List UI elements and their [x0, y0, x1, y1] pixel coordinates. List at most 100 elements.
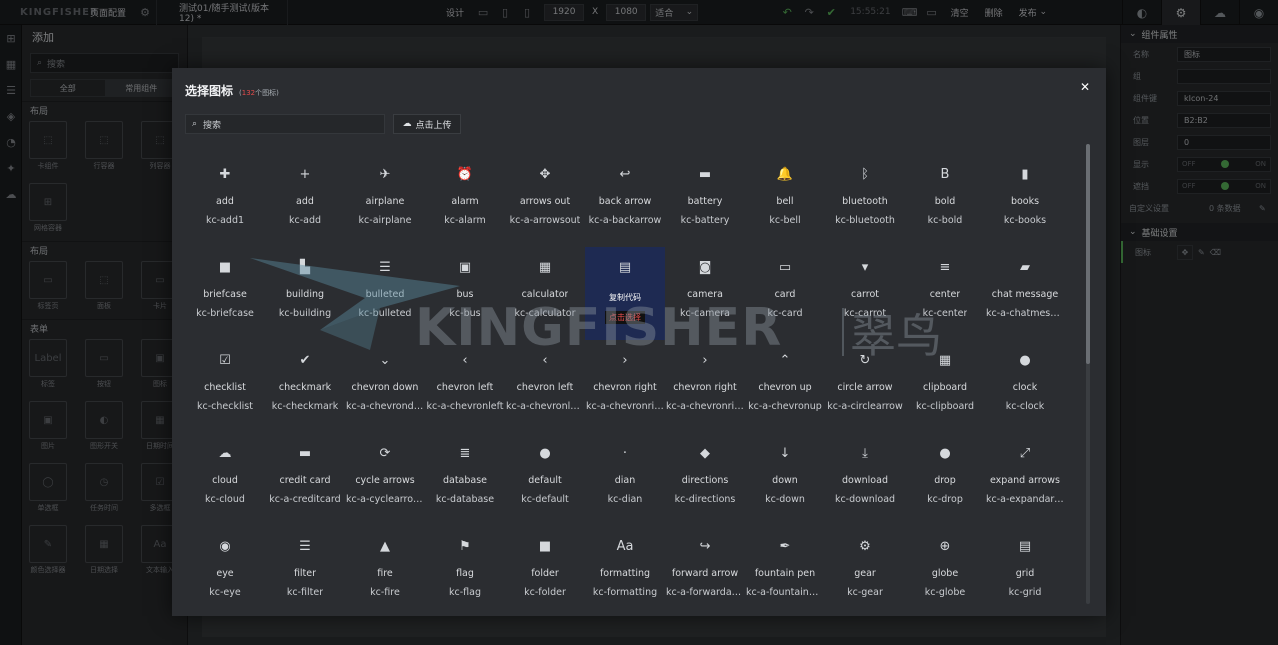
icon-code: kc-carrot: [843, 308, 887, 319]
icon-tile[interactable]: ☑ checklist kc-checklist: [185, 340, 265, 433]
icon-name: credit card: [279, 475, 331, 486]
upload-button[interactable]: ☁ 点击上传: [393, 114, 461, 134]
icon-name: forward arrow: [671, 568, 739, 579]
icon-tile[interactable]: › chevron right kc-a-chevronright: [585, 340, 665, 433]
calendar-icon: ▤: [618, 259, 632, 275]
icon-tile[interactable]: ≡ center kc-center: [905, 247, 985, 340]
icon-tile[interactable]: Bbold kc-bold: [905, 154, 985, 247]
icon-tile[interactable]: ⚙ gear kc-gear: [825, 526, 905, 604]
icon-tile[interactable]: ⏰ alarm kc-alarm: [425, 154, 505, 247]
icon-tile[interactable]: › chevron right kc-a-chevronright2: [665, 340, 745, 433]
icon-name: directions: [681, 475, 729, 486]
circlearrow-icon: ↻: [859, 352, 871, 368]
icon-tile[interactable]: ‹ chevron left kc-a-chevronleft: [425, 340, 505, 433]
icon-search-input[interactable]: ⌕ 搜索: [185, 114, 385, 134]
icon-tile[interactable]: ✚ add kc-add1: [185, 154, 265, 247]
forwardarrow-icon: ↪: [699, 538, 711, 554]
icon-code: kc-a-forwardarrow: [666, 587, 744, 598]
icon-tile[interactable]: ● clock kc-clock: [985, 340, 1065, 433]
icon-name: back arrow: [598, 196, 652, 207]
icon-tile[interactable]: ▬ credit card kc-a-creditcard: [265, 433, 345, 526]
icon-tile[interactable]: ▾ carrot kc-carrot: [825, 247, 905, 340]
icon-tile[interactable]: ◙ camera kc-camera: [665, 247, 745, 340]
icon-tile[interactable]: ▙ building kc-building: [265, 247, 345, 340]
icon-tile[interactable]: ☰ bulleted kc-bulleted: [345, 247, 425, 340]
icon-tile[interactable]: ⚑ flag kc-flag: [425, 526, 505, 604]
copy-code-button[interactable]: 复制代码: [609, 292, 641, 303]
icon-tile[interactable]: ↻ circle arrow kc-a-circlearrow: [825, 340, 905, 433]
icon-tile[interactable]: Aa formatting kc-formatting: [585, 526, 665, 604]
icon-count-number: 132: [241, 89, 256, 97]
icon-code: kc-bold: [927, 215, 963, 226]
icon-tile[interactable]: ▲ fire kc-fire: [345, 526, 425, 604]
icon-code: kc-cloud: [205, 494, 245, 505]
icon-tile[interactable]: ● drop kc-drop: [905, 433, 985, 526]
icon-tile[interactable]: ▣ bus kc-bus: [425, 247, 505, 340]
icon-tile[interactable]: ⌄ chevron down kc-a-chevrondown: [345, 340, 425, 433]
icon-tile[interactable]: + add kc-add: [265, 154, 345, 247]
icon-code: kc-folder: [524, 587, 566, 598]
icon-code: kc-a-expandarrows: [986, 494, 1064, 505]
airplane-icon: ✈: [379, 166, 391, 182]
icon-name: cloud: [212, 475, 238, 486]
icon-tile[interactable]: ⟳ cycle arrows kc-a-cyclearrows: [345, 433, 425, 526]
icon-tile[interactable]: ■ briefcase kc-briefcase: [185, 247, 265, 340]
icon-tile[interactable]: ⌃ chevron up kc-a-chevronup: [745, 340, 825, 433]
icon-tile[interactable]: ≣ database kc-database: [425, 433, 505, 526]
icon-code: kc-calculator: [514, 308, 576, 319]
icon-tile[interactable]: 🔔 bell kc-bell: [745, 154, 825, 247]
icon-tile[interactable]: ▦ calculator kc-calculator: [505, 247, 585, 340]
icon-tile[interactable]: ☁ cloud kc-cloud: [185, 433, 265, 526]
icon-code: kc-bell: [769, 215, 801, 226]
icon-code: kc-a-chevronleft2: [506, 401, 584, 412]
icon-tile[interactable]: ᛒ bluetooth kc-bluetooth: [825, 154, 905, 247]
icon-name: briefcase: [203, 289, 247, 300]
icon-name: building: [285, 289, 325, 300]
icon-code: kc-a-chevronup: [748, 401, 822, 412]
icon-name: folder: [531, 568, 559, 579]
grid-icon: ▤: [1018, 538, 1032, 554]
checklist-icon: ☑: [219, 352, 231, 368]
icon-tile[interactable]: ⤢ expand arrows kc-a-expandarrows: [985, 433, 1065, 526]
icon-tile[interactable]: · dian kc-dian: [585, 433, 665, 526]
icon-tile[interactable]: ✔ checkmark kc-checkmark: [265, 340, 345, 433]
icon-code: kc-drop: [927, 494, 963, 505]
icon-tile[interactable]: ■ folder kc-folder: [505, 526, 585, 604]
icon-tile[interactable]: ▰ chat message kc-a-chatmessage: [985, 247, 1065, 340]
icon-tile[interactable]: ⊕ globe kc-globe: [905, 526, 985, 604]
battery-icon: ▬: [698, 166, 712, 182]
icon-tile[interactable]: ▬ battery kc-battery: [665, 154, 745, 247]
scrollbar-thumb[interactable]: [1086, 144, 1090, 364]
icon-tile[interactable]: ▭ card kc-card: [745, 247, 825, 340]
icon-tile[interactable]: ▤ grid kc-grid: [985, 526, 1065, 604]
icon-name: circle arrow: [837, 382, 893, 393]
select-icon-button[interactable]: 点击选择: [605, 311, 645, 324]
icon-tile[interactable]: ↓ down kc-down: [745, 433, 825, 526]
icon-tile[interactable]: ◉ eye kc-eye: [185, 526, 265, 604]
icon-tile[interactable]: ✥ arrows out kc-a-arrowsout: [505, 154, 585, 247]
icon-tile[interactable]: ‹ chevron left kc-a-chevronleft2: [505, 340, 585, 433]
icon-grid-scrollbar[interactable]: [1086, 144, 1090, 604]
chevronleft2-icon: ‹: [542, 352, 548, 368]
icon-tile[interactable]: ◆ directions kc-directions: [665, 433, 745, 526]
icon-code: kc-bulleted: [358, 308, 412, 319]
icon-tile[interactable]: ▦ clipboard kc-clipboard: [905, 340, 985, 433]
icon-code: kc-clock: [1005, 401, 1045, 412]
cloud-icon: ☁: [218, 445, 232, 461]
icon-tile[interactable]: ↩ back arrow kc-a-backarrow: [585, 154, 665, 247]
directions-icon: ◆: [700, 445, 710, 461]
close-icon[interactable]: ✕: [1078, 80, 1092, 94]
icon-tile[interactable]: ⤓ download kc-download: [825, 433, 905, 526]
icon-tile[interactable]: ▮ books kc-books: [985, 154, 1065, 247]
icon-tile[interactable]: ● default kc-default: [505, 433, 585, 526]
icon-tile[interactable]: ▤ 复制代码点击选择: [585, 247, 665, 340]
icon-code: kc-a-chevronright2: [666, 401, 744, 412]
icon-tile[interactable]: ☰ filter kc-filter: [265, 526, 345, 604]
briefcase-icon: ■: [218, 259, 232, 275]
upload-label: 点击上传: [415, 120, 452, 131]
icon-name: books: [1010, 196, 1040, 207]
icon-tile[interactable]: ✒ fountain pen kc-a-fountainpen: [745, 526, 825, 604]
icon-tile[interactable]: ✈ airplane kc-airplane: [345, 154, 425, 247]
icon-tile[interactable]: ↪ forward arrow kc-a-forwardarrow: [665, 526, 745, 604]
icon-code: kc-a-arrowsout: [509, 215, 581, 226]
